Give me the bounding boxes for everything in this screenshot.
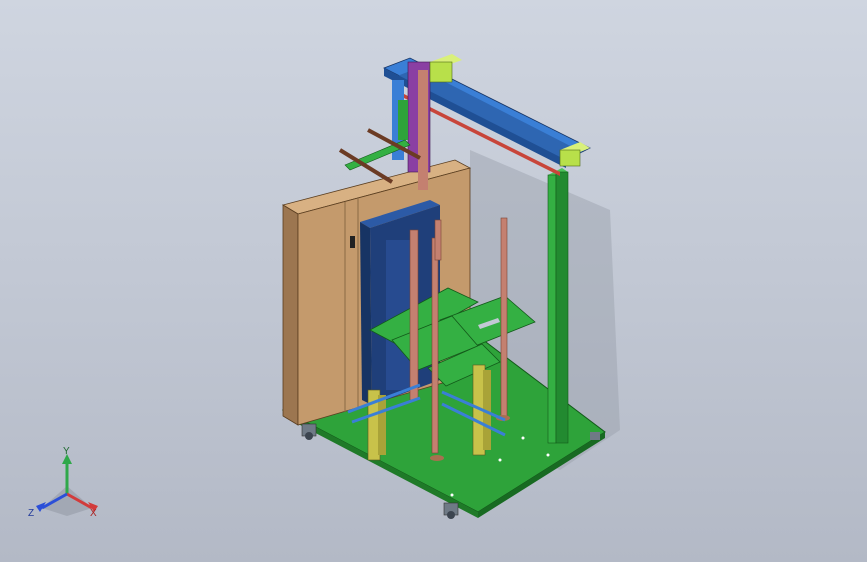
- vertical-column[interactable]: [547, 168, 569, 444]
- z-axis-carriage[interactable]: [392, 61, 431, 190]
- graphics-viewport[interactable]: Y X Z: [0, 0, 867, 562]
- coordinate-triad: Y X Z: [28, 446, 98, 519]
- triad-x-label: X: [90, 508, 97, 519]
- 3d-assembly-model[interactable]: [0, 0, 867, 562]
- triad-y-label: Y: [63, 446, 70, 457]
- triad-z-label: Z: [28, 508, 34, 519]
